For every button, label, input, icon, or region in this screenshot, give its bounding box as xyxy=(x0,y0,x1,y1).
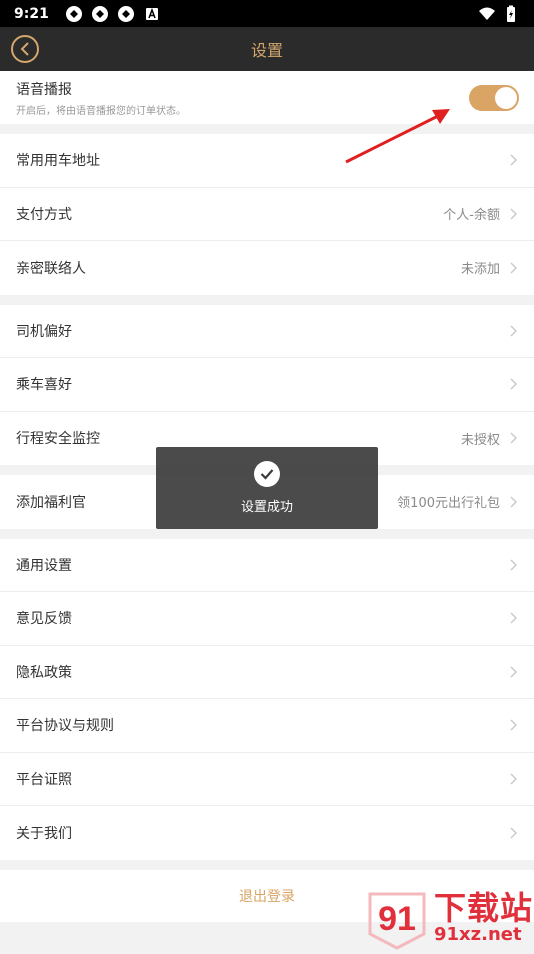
chevron-right-icon xyxy=(510,719,517,731)
battery-icon xyxy=(507,5,515,22)
page-title: 设置 xyxy=(250,41,283,60)
row-feedback[interactable]: 意见反馈 xyxy=(0,592,534,646)
status-time: 9:21 xyxy=(14,5,49,22)
voice-broadcast-toggle[interactable] xyxy=(469,84,519,111)
watermark-brand: 下载站 xyxy=(434,889,534,927)
chevron-right-icon xyxy=(510,496,517,508)
chevron-right-icon xyxy=(510,325,517,337)
annotation-arrow-icon xyxy=(345,109,450,164)
check-icon xyxy=(254,461,280,487)
chevron-right-icon xyxy=(510,154,517,166)
row-close-contact[interactable]: 亲密联络人 未添加 xyxy=(0,241,534,295)
toast-message: 设置成功 xyxy=(240,500,293,515)
svg-text:91: 91 xyxy=(378,900,416,938)
toggle-knob xyxy=(495,86,517,109)
settings-group-4: 通用设置 意见反馈 隐私政策 平台协议与规则 平台证照 关于我们 xyxy=(0,538,534,860)
app-notification-icon xyxy=(65,5,82,22)
chevron-right-icon xyxy=(510,432,517,444)
row-driver-preference[interactable]: 司机偏好 xyxy=(0,304,534,358)
row-about-us[interactable]: 关于我们 xyxy=(0,806,534,860)
row-ride-preference[interactable]: 乘车喜好 xyxy=(0,358,534,412)
chevron-right-icon xyxy=(510,612,517,624)
row-platform-agreement[interactable]: 平台协议与规则 xyxy=(0,699,534,753)
watermark-badge-icon: 91 xyxy=(362,886,432,950)
settings-group-2: 司机偏好 乘车喜好 行程安全监控 未授权 xyxy=(0,304,534,465)
status-bar: 9:21 xyxy=(0,0,534,27)
chevron-right-icon xyxy=(510,773,517,785)
row-platform-license[interactable]: 平台证照 xyxy=(0,752,534,806)
chevron-right-icon xyxy=(510,378,517,390)
chevron-right-icon xyxy=(510,666,517,678)
wifi-icon xyxy=(479,7,495,20)
row-privacy-policy[interactable]: 隐私政策 xyxy=(0,645,534,699)
chevron-left-icon xyxy=(20,42,29,56)
chevron-right-icon xyxy=(510,262,517,274)
success-toast: 设置成功 xyxy=(156,447,378,529)
chevron-right-icon xyxy=(510,827,517,839)
back-button[interactable] xyxy=(11,35,39,63)
chevron-right-icon xyxy=(510,559,517,571)
row-payment-method[interactable]: 支付方式 个人-余额 xyxy=(0,187,534,241)
watermark-logo: 91 下载站 91xz.net xyxy=(362,886,534,950)
text-notification-icon xyxy=(145,7,158,20)
app-notification-icon xyxy=(91,5,108,22)
nav-bar: 设置 xyxy=(0,27,534,71)
voice-broadcast-title: 语音播报 xyxy=(16,81,72,98)
app-notification-icon xyxy=(117,5,134,22)
watermark-url: 91xz.net xyxy=(434,924,522,945)
chevron-right-icon xyxy=(510,208,517,220)
row-general-settings[interactable]: 通用设置 xyxy=(0,538,534,592)
